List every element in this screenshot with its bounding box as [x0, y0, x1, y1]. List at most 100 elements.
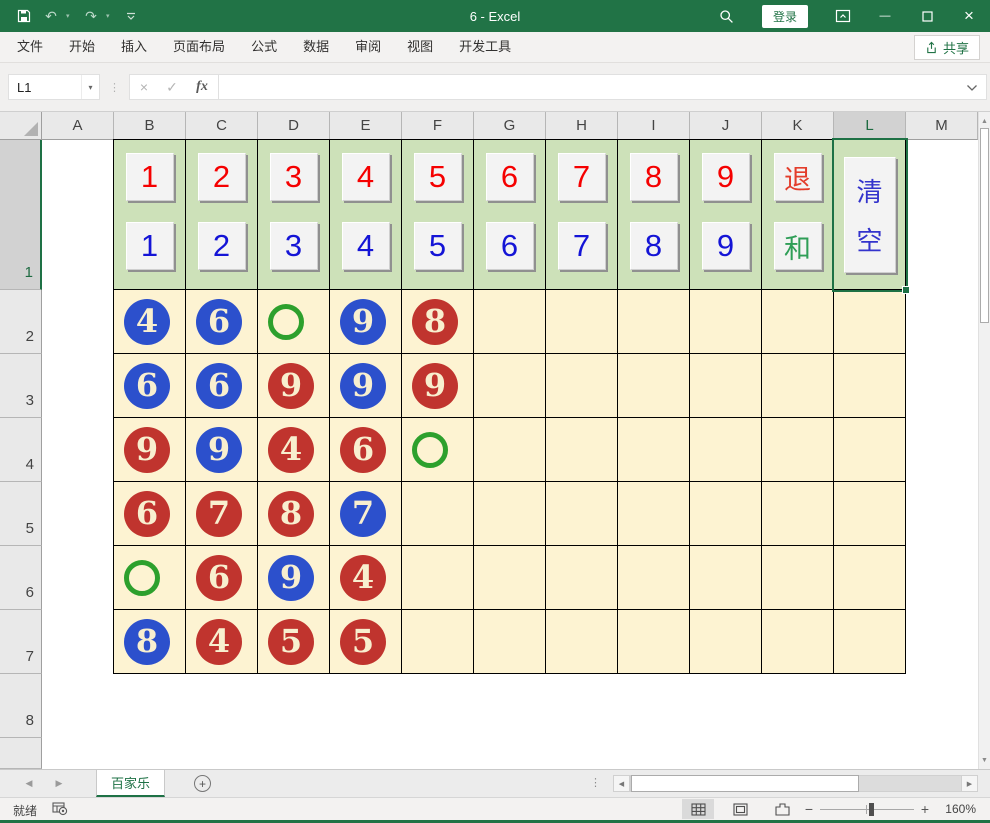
bet-button-blue-3[interactable]: 3 — [270, 222, 318, 270]
column-header-D[interactable]: D — [258, 112, 330, 140]
vertical-scroll-thumb[interactable] — [980, 128, 989, 323]
bet-button-red-3[interactable]: 3 — [270, 153, 318, 201]
row-header-6[interactable]: 6 — [0, 546, 42, 610]
page-layout-view-button[interactable] — [724, 799, 756, 819]
column-header-L[interactable]: L — [834, 112, 906, 140]
tab-options-icon[interactable]: ⋮ — [590, 776, 601, 789]
horizontal-scroll-thumb[interactable] — [631, 775, 859, 792]
column-header-I[interactable]: I — [618, 112, 690, 140]
scroll-up-button[interactable]: ▲ — [979, 114, 990, 128]
vertical-scrollbar[interactable]: ▲ ▼ — [978, 112, 990, 769]
row-header-8[interactable]: 8 — [0, 674, 42, 738]
bet-button-red-7[interactable]: 7 — [558, 153, 606, 201]
bet-button-blue-4[interactable]: 4 — [342, 222, 390, 270]
undo-dropdown[interactable]: ▾ — [66, 12, 76, 20]
share-button[interactable]: 共享 — [914, 35, 980, 60]
sheet-tab-active[interactable]: 百家乐 — [96, 770, 165, 797]
maximize-button[interactable] — [906, 0, 948, 32]
bet-button-red-2[interactable]: 2 — [198, 153, 246, 201]
minimize-button[interactable]: — — [864, 0, 906, 32]
name-box[interactable]: L1 ▾ — [8, 74, 100, 100]
bet-button-blue-6[interactable]: 6 — [486, 222, 534, 270]
zoom-slider-thumb[interactable] — [869, 803, 874, 816]
column-header-A[interactable]: A — [42, 112, 114, 140]
zoom-slider-track[interactable] — [820, 809, 914, 810]
previous-sheet-button[interactable]: ◀ — [16, 770, 42, 797]
ribbon-display-options-button[interactable] — [822, 0, 864, 32]
bet-button-blue-7[interactable]: 7 — [558, 222, 606, 270]
cancel-button[interactable]: × — [130, 79, 158, 95]
bet-button-blue-5[interactable]: 5 — [414, 222, 462, 270]
bet-button-he[interactable]: 和 — [774, 222, 822, 270]
row-header-3[interactable]: 3 — [0, 354, 42, 418]
caret-down-icon: ▾ — [66, 13, 70, 20]
column-header-E[interactable]: E — [330, 112, 402, 140]
undo-button[interactable]: ↶ — [39, 4, 63, 28]
bet-button-blue-2[interactable]: 2 — [198, 222, 246, 270]
normal-view-button[interactable] — [682, 799, 714, 819]
bet-button-red-6[interactable]: 6 — [486, 153, 534, 201]
bet-button-blue-9[interactable]: 9 — [702, 222, 750, 270]
fill-handle[interactable] — [902, 286, 910, 294]
close-button[interactable]: × — [948, 0, 990, 32]
column-header-K[interactable]: K — [762, 112, 834, 140]
ribbon-tab-开始[interactable]: 开始 — [56, 32, 108, 62]
login-button[interactable]: 登录 — [762, 5, 808, 28]
cell-F3: 9 — [402, 354, 474, 418]
expand-formula-bar-button[interactable] — [966, 80, 978, 95]
scroll-down-button[interactable]: ▼ — [979, 753, 990, 767]
column-header-F[interactable]: F — [402, 112, 474, 140]
scroll-left-button[interactable]: ◀ — [613, 775, 630, 792]
redo-dropdown[interactable]: ▾ — [106, 12, 116, 20]
name-box-dropdown[interactable]: ▾ — [81, 75, 99, 99]
ribbon-tab-文件[interactable]: 文件 — [4, 32, 56, 62]
row-header-7[interactable]: 7 — [0, 610, 42, 674]
scroll-right-button[interactable]: ▶ — [961, 775, 978, 792]
macro-record-button[interactable] — [52, 801, 68, 819]
normal-view-icon — [691, 803, 706, 816]
row-header-1[interactable]: 1 — [0, 140, 42, 290]
row-header-2[interactable]: 2 — [0, 290, 42, 354]
zoom-in-button[interactable]: + — [918, 801, 932, 817]
column-header-M[interactable]: M — [906, 112, 978, 140]
row-header-4[interactable]: 4 — [0, 418, 42, 482]
ribbon-tab-公式[interactable]: 公式 — [238, 32, 290, 62]
column-header-B[interactable]: B — [114, 112, 186, 140]
bet-button-blue-8[interactable]: 8 — [630, 222, 678, 270]
page-break-view-button[interactable] — [766, 799, 798, 819]
select-all-corner[interactable] — [0, 112, 42, 140]
ribbon-tab-开发工具[interactable]: 开发工具 — [446, 32, 524, 62]
formula-input[interactable] — [218, 74, 987, 100]
insert-function-button[interactable]: fx — [186, 79, 218, 95]
bet-button-red-1[interactable]: 1 — [126, 153, 174, 201]
column-header-J[interactable]: J — [690, 112, 762, 140]
bet-button-red-5[interactable]: 5 — [414, 153, 462, 201]
bet-button-blue-1[interactable]: 1 — [126, 222, 174, 270]
redo-button[interactable]: ↷ — [79, 4, 103, 28]
new-sheet-button[interactable]: + — [194, 775, 211, 792]
save-button[interactable] — [12, 4, 36, 28]
row-header-5[interactable]: 5 — [0, 482, 42, 546]
column-header-G[interactable]: G — [474, 112, 546, 140]
ribbon-tab-页面布局[interactable]: 页面布局 — [160, 32, 238, 62]
enter-button[interactable]: ✓ — [158, 79, 186, 96]
ribbon-tab-插入[interactable]: 插入 — [108, 32, 160, 62]
drag-handle-icon: ⋮ — [109, 81, 120, 94]
customize-qat-button[interactable] — [119, 4, 143, 28]
bet-button-red-4[interactable]: 4 — [342, 153, 390, 201]
zoom-level[interactable]: 160% — [945, 802, 976, 816]
column-header-C[interactable]: C — [186, 112, 258, 140]
next-sheet-button[interactable]: ▶ — [46, 770, 72, 797]
status-bar: 就绪 − + 160% — [0, 797, 990, 820]
ribbon-tab-审阅[interactable]: 审阅 — [342, 32, 394, 62]
bet-button-tui[interactable]: 退 — [774, 153, 822, 201]
cell-H5 — [546, 482, 618, 546]
clear-button[interactable]: 清空 — [844, 157, 896, 273]
zoom-out-button[interactable]: − — [802, 801, 816, 817]
ribbon-tab-视图[interactable]: 视图 — [394, 32, 446, 62]
column-header-H[interactable]: H — [546, 112, 618, 140]
ribbon-tab-数据[interactable]: 数据 — [290, 32, 342, 62]
bet-button-red-9[interactable]: 9 — [702, 153, 750, 201]
bet-button-red-8[interactable]: 8 — [630, 153, 678, 201]
search-button[interactable] — [706, 0, 748, 32]
